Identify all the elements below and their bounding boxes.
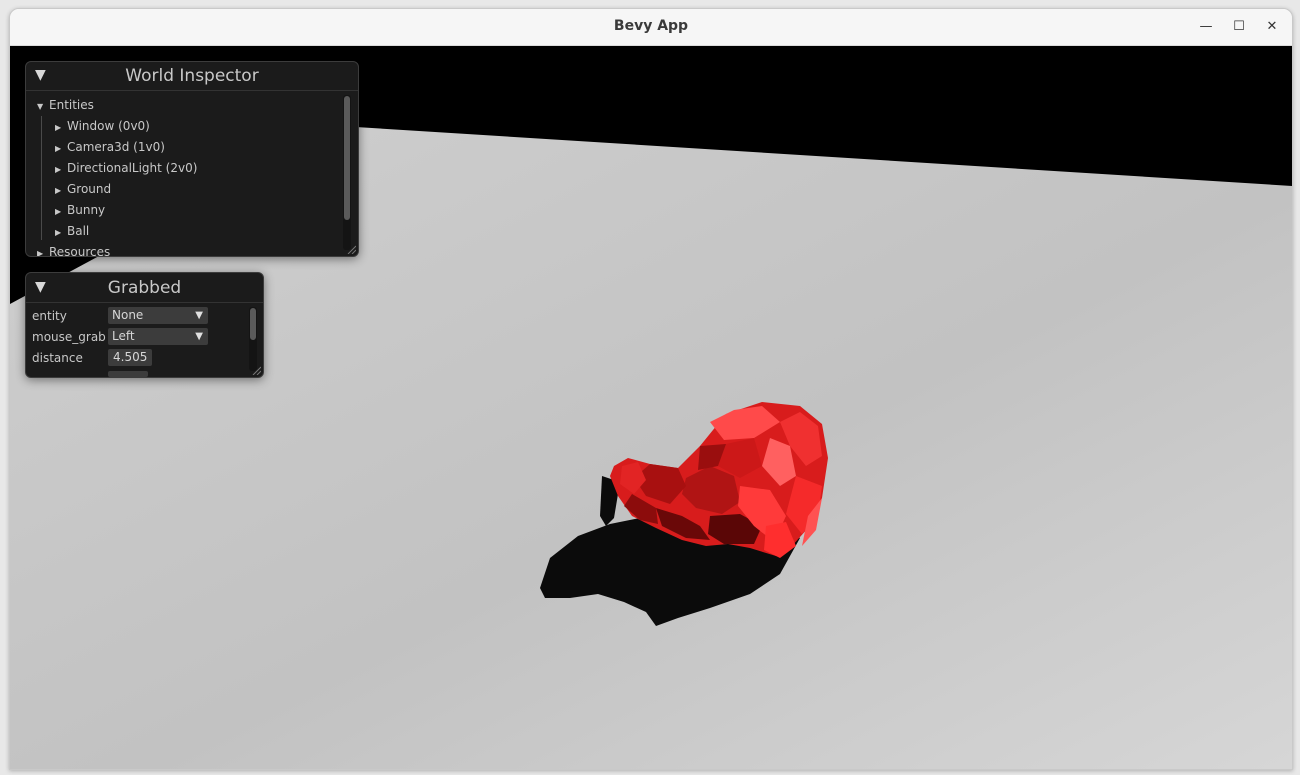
tree-indent-line [41, 116, 42, 240]
dropdown-arrow-icon: ▼ [195, 331, 203, 342]
collapsed-triangle-icon[interactable]: ▶ [55, 144, 67, 153]
entity-item-camera3d[interactable]: ▶ Camera3d (1v0) [55, 140, 165, 154]
mouse-grab-dropdown[interactable]: Left ▼ [108, 328, 208, 345]
entity-label: Ball [67, 224, 90, 238]
resources-tree-node[interactable]: ▶ Resources [37, 245, 111, 257]
maximize-button[interactable]: ☐ [1229, 17, 1249, 37]
entity-label: Ground [67, 182, 112, 196]
collapsed-triangle-icon[interactable]: ▶ [55, 123, 67, 132]
resize-grip-icon[interactable] [346, 244, 356, 254]
collapsed-triangle-icon[interactable]: ▶ [37, 249, 49, 256]
entities-tree-node[interactable]: ▼ Entities [37, 98, 94, 112]
entity-label: DirectionalLight (2v0) [67, 161, 198, 175]
mouse-grab-field-label: mouse_grab [32, 330, 106, 344]
title-bar[interactable]: Bevy App — ☐ ✕ [10, 9, 1292, 46]
close-button[interactable]: ✕ [1262, 17, 1282, 37]
mouse-grab-dropdown-value: Left [112, 329, 135, 343]
grabbed-scrollbar-track[interactable] [249, 307, 257, 371]
entity-item-directional-light[interactable]: ▶ DirectionalLight (2v0) [55, 161, 197, 175]
world-inspector-panel[interactable]: ▼ World Inspector ▼ Entities ▶ Window (0v0… [25, 61, 359, 257]
entity-dropdown[interactable]: None ▼ [108, 307, 208, 324]
expanded-triangle-icon[interactable]: ▼ [37, 102, 49, 111]
entities-label: Entities [49, 98, 94, 112]
grabbed-title: Grabbed [107, 278, 182, 298]
entity-item-ball[interactable]: ▶ Ball [55, 224, 89, 238]
entity-label: Camera3d (1v0) [67, 140, 165, 154]
grabbed-panel[interactable]: ▼ Grabbed entity None ▼ mouse_grab Left … [25, 272, 264, 378]
entity-item-bunny[interactable]: ▶ Bunny [55, 203, 105, 217]
entity-label: Bunny [67, 203, 106, 217]
world-inspector-title: World Inspector [125, 66, 259, 86]
resources-label: Resources [49, 245, 111, 257]
distance-drag-value[interactable]: 4.505 [108, 349, 153, 366]
entity-item-window[interactable]: ▶ Window (0v0) [55, 119, 150, 133]
inspector-scrollbar-thumb[interactable] [344, 96, 350, 220]
collapsed-triangle-icon[interactable]: ▶ [55, 165, 67, 174]
entity-label: Window (0v0) [67, 119, 150, 133]
grabbed-scrollbar-thumb[interactable] [250, 308, 256, 340]
minimize-button[interactable]: — [1196, 17, 1216, 37]
resize-grip-icon[interactable] [251, 365, 261, 375]
window-title: Bevy App [613, 18, 689, 34]
collapsed-triangle-icon[interactable]: ▶ [55, 207, 67, 216]
world-inspector-header[interactable]: ▼ World Inspector [26, 62, 358, 91]
collapsed-triangle-icon[interactable]: ▶ [55, 186, 67, 195]
entity-item-ground[interactable]: ▶ Ground [55, 182, 111, 196]
next-field-value[interactable] [108, 371, 148, 377]
inspector-scrollbar-track[interactable] [343, 95, 351, 250]
collapsed-triangle-icon[interactable]: ▶ [55, 228, 67, 237]
entity-dropdown-value: None [112, 308, 144, 322]
entity-field-label: entity [32, 309, 67, 323]
distance-field-label: distance [32, 351, 83, 365]
grabbed-header[interactable]: ▼ Grabbed [26, 273, 263, 303]
dropdown-arrow-icon: ▼ [195, 310, 203, 321]
